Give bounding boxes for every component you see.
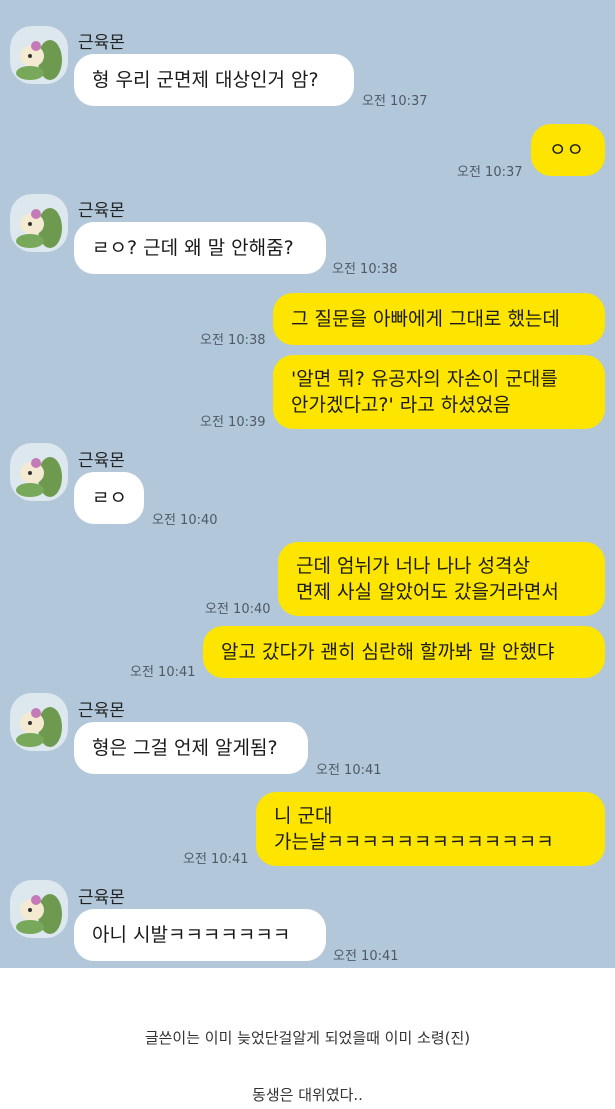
my-message-bubble[interactable]: 알고 갔다가 괜히 심란해 할까봐 말 안했댜 [203,626,605,678]
message-bubble[interactable]: ㄹㅇ? 근데 왜 말 안해줌? [74,222,326,274]
message-time: 오전 10:40 [152,513,218,528]
my-message-bubble[interactable]: 그 질문을 아빠에게 그대로 했는데 [273,293,605,345]
message-time: 오전 10:41 [130,665,196,680]
sender-avatar[interactable] [10,693,68,751]
chat-room[interactable]: 근육몬 형 우리 군면제 대상인거 암? 오전 10:37 ㅇㅇ 오전 10:3… [0,0,615,968]
sender-avatar[interactable] [10,194,68,252]
message-time: 오전 10:37 [362,94,428,109]
sender-name: 근육몬 [78,451,125,471]
message-time: 오전 10:37 [457,165,523,180]
sender-name: 근육몬 [78,888,125,908]
sender-avatar[interactable] [10,880,68,938]
sender-name: 근육몬 [78,701,125,721]
character-avatar-icon [16,208,62,248]
message-time: 오전 10:41 [333,949,399,964]
character-avatar-icon [16,894,62,934]
message-time: 오전 10:38 [200,333,266,348]
sender-name: 근육몬 [78,33,125,53]
message-time: 오전 10:40 [205,602,271,617]
sender-avatar[interactable] [10,443,68,501]
character-avatar-icon [16,40,62,80]
my-message-bubble[interactable]: '알면 뭐? 유공자의 자손이 군대를 안가겠다고?' 라고 하셨었음 [273,355,605,429]
character-avatar-icon [16,457,62,497]
message-bubble[interactable]: 형은 그걸 언제 알게됨? [74,722,308,774]
my-message-bubble[interactable]: 니 군대 가는날ㅋㅋㅋㅋㅋㅋㅋㅋㅋㅋㅋㅋㅋ [256,792,605,866]
message-bubble[interactable]: 형 우리 군면제 대상인거 암? [74,54,354,106]
caption-text: 글쓴이는 이미 늦었단걸알게 되었을때 이미 소령(진) [144,1029,471,1047]
message-time: 오전 10:41 [183,852,249,867]
sender-name: 근육몬 [78,201,125,221]
my-message-bubble[interactable]: 근데 엄뉘가 너나 나나 성격상 면제 사실 알았어도 갔을거라면서 [278,542,605,616]
message-time: 오전 10:41 [316,763,382,778]
message-bubble[interactable]: ㄹㅇ [74,472,144,524]
my-message-bubble[interactable]: ㅇㅇ [531,124,605,176]
caption-text: 동생은 대위였다.. [252,1086,363,1104]
message-time: 오전 10:39 [200,415,266,430]
message-time: 오전 10:38 [332,262,398,277]
message-bubble[interactable]: 아니 시발ㅋㅋㅋㅋㅋㅋㅋ [74,909,326,961]
sender-avatar[interactable] [10,26,68,84]
character-avatar-icon [16,707,62,747]
